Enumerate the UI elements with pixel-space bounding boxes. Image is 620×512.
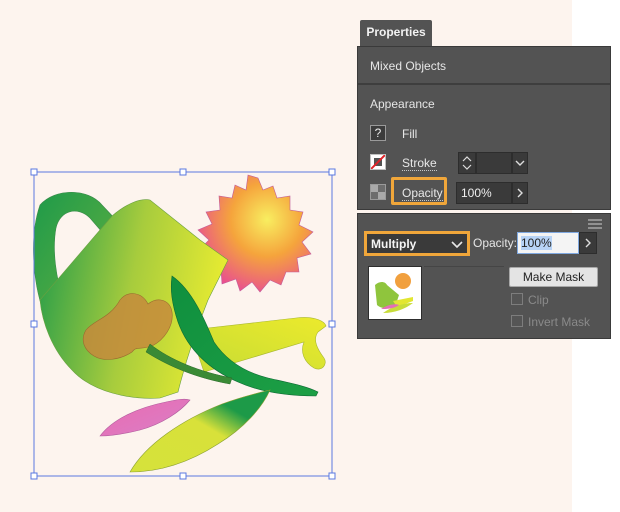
make-mask-button[interactable]: Make Mask: [509, 267, 598, 287]
selection-handle[interactable]: [179, 168, 187, 176]
layer-thumbnail[interactable]: [368, 266, 422, 320]
transparency-opacity-expand-button[interactable]: [579, 232, 597, 254]
stroke-weight-input[interactable]: [476, 152, 512, 174]
stroke-label[interactable]: Stroke: [402, 156, 437, 171]
divider: [358, 83, 610, 85]
selection-type-label: Mixed Objects: [370, 59, 447, 73]
chevron-down-icon: [515, 160, 525, 166]
appearance-title: Appearance: [370, 97, 435, 111]
stroke-weight-dropdown[interactable]: [512, 152, 528, 174]
selection-handle[interactable]: [30, 168, 38, 176]
selection-handle[interactable]: [328, 168, 336, 176]
transparency-opacity-label: Opacity:: [473, 236, 518, 250]
opacity-expand-button[interactable]: [512, 182, 528, 204]
selection-handle[interactable]: [30, 472, 38, 480]
blend-mode-dropdown[interactable]: Multiply: [364, 231, 470, 256]
artwork[interactable]: [0, 0, 360, 512]
transparency-opacity-input[interactable]: 100%: [517, 232, 579, 254]
selection-handle[interactable]: [328, 320, 336, 328]
stroke-none-icon: [371, 155, 385, 169]
thumbnail-artwork: [375, 273, 413, 313]
selection-handle[interactable]: [328, 472, 336, 480]
invert-mask-checkbox[interactable]: [511, 315, 523, 327]
clip-checkbox[interactable]: [511, 293, 523, 305]
invert-mask-label: Invert Mask: [528, 315, 591, 329]
opacity-highlight: [391, 177, 447, 205]
selection-handle[interactable]: [179, 472, 187, 480]
chevron-right-icon: [585, 238, 591, 248]
bottom-leaf-shape[interactable]: [129, 389, 271, 473]
chevron-down-icon: [451, 241, 463, 249]
opacity-icon: [370, 184, 386, 200]
stroke-stepper[interactable]: [458, 152, 476, 174]
checkerboard-icon: [371, 185, 385, 199]
mask-thumbnail-area: [424, 266, 504, 327]
selection-handle[interactable]: [30, 320, 38, 328]
chevron-right-icon: [517, 188, 523, 198]
opacity-input[interactable]: 100%: [456, 182, 512, 204]
fill-label: Fill: [402, 127, 418, 141]
clip-label: Clip: [528, 293, 549, 307]
stepper-arrows-icon: [462, 156, 472, 170]
fill-swatch[interactable]: ?: [370, 125, 386, 141]
blend-mode-value: Multiply: [371, 237, 417, 251]
panel-menu-icon[interactable]: [588, 218, 602, 230]
stroke-swatch[interactable]: [370, 154, 386, 170]
tab-properties[interactable]: Properties: [360, 20, 432, 46]
